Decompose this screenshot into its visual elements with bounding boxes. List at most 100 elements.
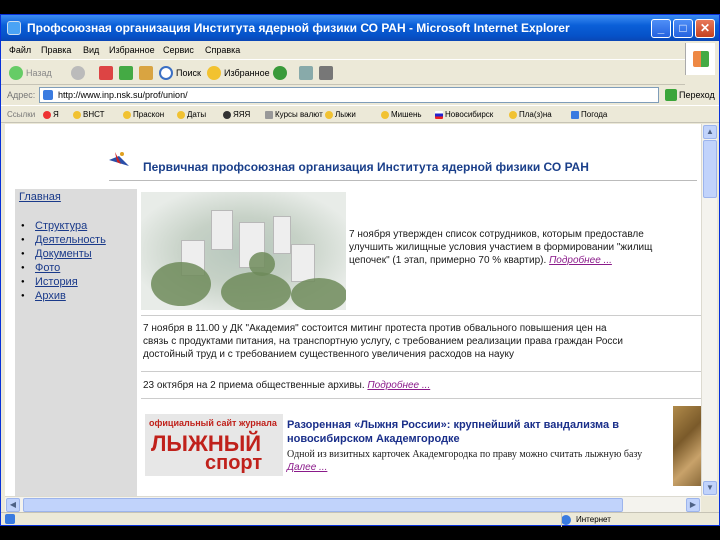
horizontal-scrollbar[interactable]: ◀ ▶ xyxy=(5,496,701,512)
article-title[interactable]: Разоренная «Лыжня России»: крупнейший ак… xyxy=(287,418,673,446)
link-novosibirsk[interactable]: Новосибирск xyxy=(435,110,493,119)
news-line: связь с продуктами питания, на транспорт… xyxy=(143,336,623,347)
link-ya[interactable]: Я xyxy=(43,110,59,119)
minimize-button[interactable]: _ xyxy=(651,19,671,38)
forward-arrow-icon xyxy=(71,66,85,80)
site-title: Первичная профсоюзная организация Инстит… xyxy=(143,160,589,174)
menu-help[interactable]: Справка xyxy=(205,45,240,55)
link-icon xyxy=(43,110,51,119)
nav-item-history[interactable]: История xyxy=(21,275,106,289)
title-bar: Профсоюзная организация Института ядерно… xyxy=(1,15,719,41)
link-currency[interactable]: Курсы валют xyxy=(265,110,323,119)
home-button[interactable] xyxy=(139,65,153,81)
banner-caption: официальный сайт журнала xyxy=(149,418,277,428)
news-line-text: цепочек" (1 этап, примерно 70 % квартир)… xyxy=(349,255,547,266)
more-link[interactable]: Подробнее ... xyxy=(367,380,430,391)
scroll-up-icon[interactable]: ▲ xyxy=(703,125,717,139)
link-icon xyxy=(223,110,231,119)
link-label: ЯЯЯ xyxy=(233,110,251,119)
mail-button[interactable] xyxy=(299,65,313,81)
refresh-button[interactable] xyxy=(119,65,133,81)
menu-edit[interactable]: Правка xyxy=(41,45,71,55)
banner-word-2: спорт xyxy=(205,452,263,474)
go-arrow-icon[interactable] xyxy=(665,89,677,101)
address-bar: Адрес: http://www.inp.nsk.su/prof/union/… xyxy=(1,85,719,105)
divider xyxy=(141,315,701,316)
menu-tools[interactable]: Сервис xyxy=(163,45,194,55)
nav-home-link[interactable]: Главная xyxy=(19,191,61,203)
nav-item-photo[interactable]: Фото xyxy=(21,261,106,275)
link-icon xyxy=(73,110,81,119)
menu-bar: Файл Правка Вид Избранное Сервис Справка xyxy=(1,41,719,59)
link-label: Мишень xyxy=(391,110,422,119)
title-divider xyxy=(109,180,697,181)
russia-flag-icon xyxy=(435,110,443,119)
scroll-down-icon[interactable]: ▼ xyxy=(703,481,717,495)
link-label: Погода xyxy=(581,110,608,119)
favorites-label: Избранное xyxy=(224,68,270,78)
more-link[interactable]: Далее ... xyxy=(287,462,327,473)
nav-list: Структура Деятельность Документы Фото Ис… xyxy=(21,219,106,303)
article-thumbnail xyxy=(673,406,701,486)
windows-logo xyxy=(685,43,715,75)
link-label: Новосибирск xyxy=(445,110,494,119)
menu-view[interactable]: Вид xyxy=(83,45,99,55)
window-title: Профсоюзная организация Института ядерно… xyxy=(27,21,570,35)
refresh-icon xyxy=(119,66,133,80)
nav-item-structure[interactable]: Структура xyxy=(21,219,106,233)
link-label: ВНСТ xyxy=(83,110,105,119)
ie-icon xyxy=(7,21,21,35)
trees xyxy=(221,272,291,310)
scroll-thumb[interactable] xyxy=(703,140,717,198)
link-icon xyxy=(123,110,131,119)
maximize-button[interactable]: □ xyxy=(673,19,693,38)
windows-flag-icon xyxy=(693,51,709,67)
print-icon xyxy=(319,66,333,80)
link-dates[interactable]: Даты xyxy=(177,110,206,119)
vertical-scrollbar[interactable]: ▲ ▼ xyxy=(701,124,717,496)
more-link[interactable]: Подробнее ... xyxy=(549,255,612,266)
housing-photo xyxy=(141,192,346,310)
nav-item-archive[interactable]: Архив xyxy=(21,289,106,303)
scroll-thumb-horizontal[interactable] xyxy=(23,498,623,512)
link-icon xyxy=(325,110,333,119)
stop-button[interactable] xyxy=(99,65,113,81)
nav-item-activity[interactable]: Деятельность xyxy=(21,233,106,247)
news-line: улучшить жилищные условия участием в фор… xyxy=(349,242,653,253)
news-line: 7 ноября утвержден список сотрудников, к… xyxy=(349,229,644,240)
link-weather[interactable]: Погода xyxy=(571,110,607,119)
link-icon xyxy=(381,110,389,119)
link-vnst[interactable]: ВНСТ xyxy=(73,110,105,119)
print-button[interactable] xyxy=(319,65,333,81)
menu-favorites[interactable]: Избранное xyxy=(109,45,155,55)
close-button[interactable]: ✕ xyxy=(695,19,715,38)
go-button[interactable]: Переход xyxy=(679,90,715,100)
news-line: достойный труд и с требованием существен… xyxy=(143,349,514,360)
forward-button[interactable] xyxy=(71,65,85,81)
stop-icon xyxy=(99,66,113,80)
scroll-left-icon[interactable]: ◀ xyxy=(6,498,20,512)
link-ski[interactable]: Лыжи xyxy=(325,110,356,119)
link-target[interactable]: Мишень xyxy=(381,110,422,119)
browser-window: Профсоюзная организация Института ядерно… xyxy=(0,14,720,527)
link-label: Даты xyxy=(187,110,207,119)
link-yayaya[interactable]: ЯЯЯ xyxy=(223,110,250,119)
favorites-button[interactable]: Избранное xyxy=(207,65,270,81)
building xyxy=(291,244,315,282)
link-label: Я xyxy=(53,110,59,119)
back-button[interactable]: Назад xyxy=(9,65,52,81)
menu-file[interactable]: Файл xyxy=(9,45,31,55)
link-label: Курсы валют xyxy=(275,110,323,119)
link-proskon[interactable]: Праскон xyxy=(123,110,164,119)
divider xyxy=(141,371,701,372)
ski-sport-banner[interactable]: официальный сайт журнала ЛЫЖНЫЙ спорт xyxy=(145,414,283,476)
scroll-right-icon[interactable]: ▶ xyxy=(686,498,700,512)
news-line: цепочек" (1 этап, примерно 70 % квартир)… xyxy=(349,254,701,267)
search-button[interactable]: Поиск xyxy=(159,65,201,81)
link-label: Праскон xyxy=(133,110,165,119)
address-input[interactable]: http://www.inp.nsk.su/prof/union/ xyxy=(39,87,659,103)
media-button[interactable] xyxy=(273,65,287,81)
back-label: Назад xyxy=(26,68,52,78)
nav-item-documents[interactable]: Документы xyxy=(21,247,106,261)
link-plazma[interactable]: Пла(з)на xyxy=(509,110,552,119)
